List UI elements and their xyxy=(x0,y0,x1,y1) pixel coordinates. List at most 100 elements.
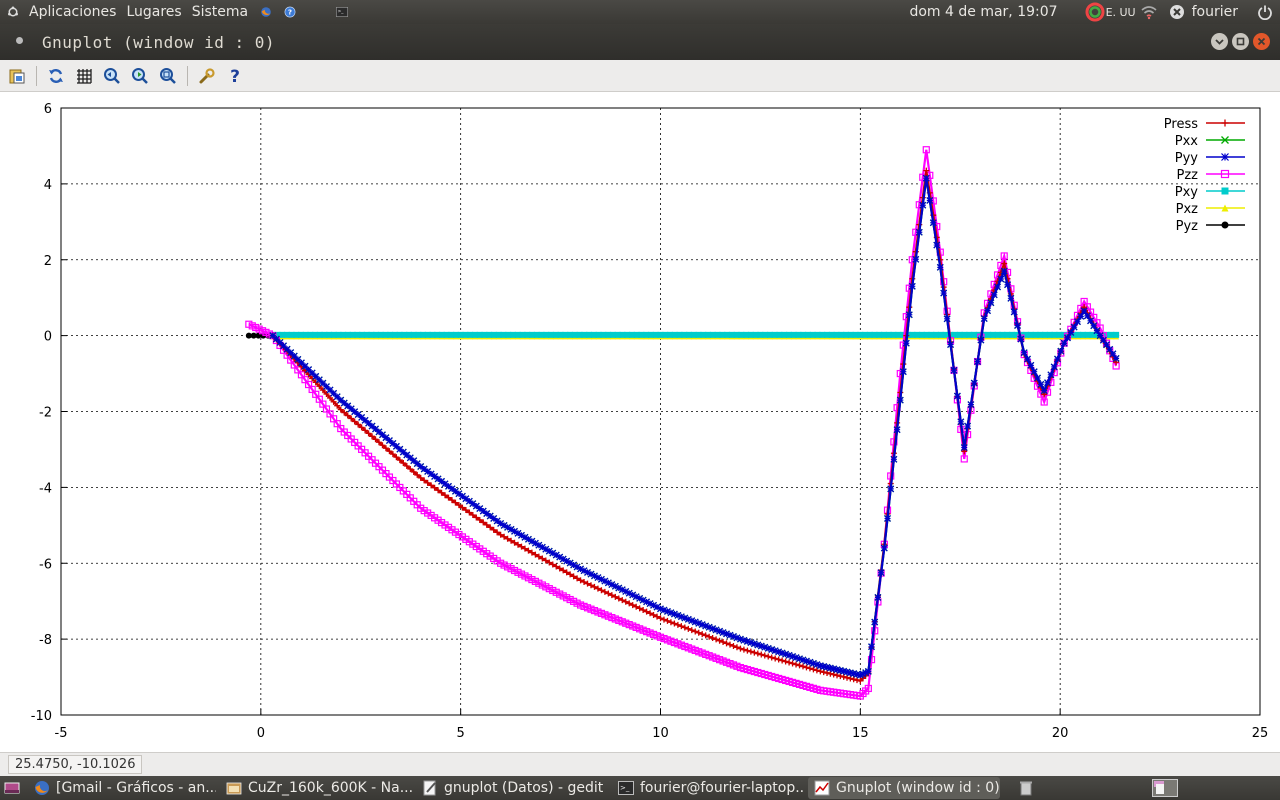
data-point-pyy xyxy=(864,667,872,675)
minimize-button[interactable] xyxy=(1211,33,1228,50)
power-icon[interactable] xyxy=(1254,1,1276,23)
status-bar: 25.4750, -10.1026 xyxy=(0,752,1280,776)
terminal-launcher-icon[interactable]: >_ xyxy=(331,1,353,23)
data-point-press xyxy=(671,620,678,627)
pressure-chart[interactable]: -5 0 5 10 15 20 25 -10 -8 -6 -4 -2 0 2 4 6 Press Pxx Pyy Pz… xyxy=(0,92,1280,752)
data-point-press xyxy=(824,669,831,676)
help-launcher-icon[interactable]: ? xyxy=(279,1,301,23)
close-button[interactable] xyxy=(1253,33,1270,50)
menu-places[interactable]: Lugares xyxy=(121,0,186,24)
data-point-press xyxy=(789,660,796,667)
y-tick-label: 0 xyxy=(44,330,52,345)
data-point-pyy xyxy=(1083,312,1091,320)
data-point-press xyxy=(840,673,847,680)
menu-system[interactable]: Sistema xyxy=(187,0,253,24)
wifi-icon[interactable] xyxy=(1138,1,1160,23)
grid-icon[interactable] xyxy=(73,65,95,87)
data-point-press xyxy=(681,624,688,631)
toolbar-separator xyxy=(187,65,188,86)
firefox-launcher-icon[interactable] xyxy=(255,1,277,23)
data-point-press xyxy=(699,631,706,638)
data-point-press xyxy=(660,616,667,623)
data-point-pyy xyxy=(919,201,927,209)
maximize-button[interactable] xyxy=(1232,33,1249,50)
data-point-press xyxy=(723,640,730,647)
data-point-press xyxy=(847,675,854,682)
data-point-press xyxy=(803,664,810,671)
legend-marker-press xyxy=(1221,119,1229,127)
series-line-pzz xyxy=(248,149,1118,698)
data-point-pyy xyxy=(1067,329,1075,336)
legend-marker-pyz xyxy=(1221,221,1229,229)
data-point-pyy xyxy=(926,197,934,204)
folder-icon xyxy=(226,782,242,795)
replot-icon[interactable] xyxy=(45,65,67,87)
copy-to-clipboard-icon[interactable] xyxy=(6,65,28,87)
data-point-pyy xyxy=(1054,355,1061,363)
data-point-pyy xyxy=(1017,335,1025,343)
help-icon[interactable]: ? xyxy=(224,65,246,87)
terminal-icon: >_ xyxy=(618,781,634,795)
data-point-press xyxy=(806,665,813,672)
taskbar-item-file-browser[interactable]: CuZr_160k_600K - Na... xyxy=(220,777,412,799)
data-point-press xyxy=(664,617,671,624)
data-point-pyy xyxy=(1112,354,1120,362)
data-point-pyy xyxy=(1040,387,1048,395)
data-point-press xyxy=(796,662,803,669)
data-point-pyy xyxy=(943,315,951,323)
window-titlebar[interactable]: Gnuplot (window id : 0) xyxy=(0,24,1280,60)
autoscale-icon[interactable] xyxy=(157,65,179,87)
data-point-press xyxy=(786,659,793,666)
data-point-pyy xyxy=(950,366,958,374)
zoom-next-icon[interactable] xyxy=(129,65,151,87)
data-point-pyy xyxy=(893,426,901,434)
x-tick-label: 5 xyxy=(457,726,465,741)
taskbar-item-gedit[interactable]: gnuplot (Datos) - gedit xyxy=(416,777,608,799)
legend-marker-pyy xyxy=(1221,153,1229,161)
zoom-previous-icon[interactable] xyxy=(101,65,123,87)
data-point-pyy xyxy=(994,283,1001,291)
data-point-press xyxy=(834,672,841,679)
legend-marker-pxy xyxy=(1221,187,1229,195)
data-point-press xyxy=(775,656,782,663)
clock[interactable]: dom 4 de mar, 19:07 xyxy=(909,4,1057,20)
taskbar-item-firefox[interactable]: [Gmail - Gráficos - an... xyxy=(28,777,216,799)
firefox-icon xyxy=(35,781,49,795)
settings-icon[interactable] xyxy=(196,65,218,87)
data-point-pyy xyxy=(953,392,961,400)
keyboard-indicator-icon[interactable] xyxy=(1084,1,1106,23)
taskbar-item-gnuplot[interactable]: Gnuplot (window id : 0) xyxy=(808,777,1000,799)
data-point-press xyxy=(730,642,737,649)
workspace-switcher[interactable] xyxy=(1146,777,1184,799)
ubuntu-logo-icon[interactable] xyxy=(2,1,24,23)
data-point-pyy xyxy=(1024,355,1031,363)
data-point-press xyxy=(830,671,837,678)
show-desktop-button[interactable] xyxy=(0,777,24,799)
window-menu-icon[interactable] xyxy=(16,37,23,44)
data-point-press xyxy=(716,637,723,644)
trash-button[interactable] xyxy=(1012,777,1046,799)
series-line-pyy xyxy=(272,178,1118,677)
y-tick-label: -8 xyxy=(39,633,52,648)
keyboard-layout-label[interactable]: E. UU xyxy=(1106,6,1136,19)
data-point-press xyxy=(713,636,720,643)
user-status-icon[interactable] xyxy=(1166,1,1188,23)
user-name[interactable]: fourier xyxy=(1192,4,1238,20)
data-point-pyy xyxy=(915,228,923,236)
data-point-pyy xyxy=(957,418,965,426)
data-point-pyy xyxy=(905,311,913,319)
data-point-pyy xyxy=(902,339,910,347)
top-panel: Aplicaciones Lugares Sistema ? >_ dom 4 … xyxy=(0,0,1280,24)
data-point-press xyxy=(782,658,789,665)
data-point-press xyxy=(744,647,751,654)
data-point-press xyxy=(854,677,861,684)
svg-text:?: ? xyxy=(288,8,292,17)
menu-applications[interactable]: Aplicaciones xyxy=(24,0,121,24)
data-point-pyy xyxy=(936,263,944,271)
data-point-pyy xyxy=(974,358,981,365)
data-point-pyy xyxy=(984,307,991,315)
data-point-press xyxy=(737,645,744,652)
plot-canvas[interactable]: -5 0 5 10 15 20 25 -10 -8 -6 -4 -2 0 2 4 6 Press Pxx Pyy Pz… xyxy=(0,92,1280,752)
taskbar-item-terminal[interactable]: >_ fourier@fourier-laptop... xyxy=(612,777,804,799)
bottom-panel: [Gmail - Gráficos - an... CuZr_160k_600K… xyxy=(0,776,1280,800)
